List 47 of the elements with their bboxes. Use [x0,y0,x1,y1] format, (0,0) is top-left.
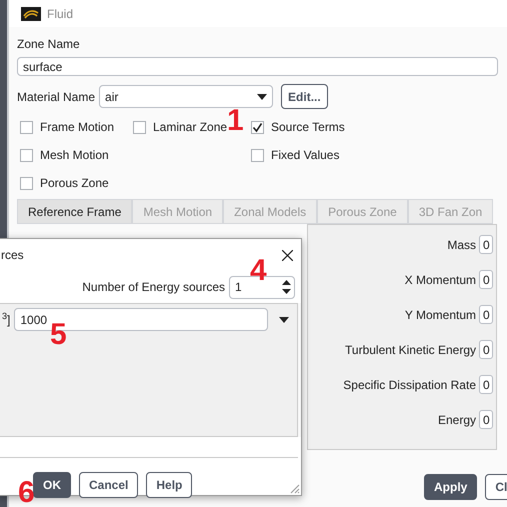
checkbox[interactable] [20,176,33,190]
field-label: Material Name [17,88,96,106]
help-button[interactable]: Help [146,472,192,498]
input-field[interactable]: 0 [479,340,493,359]
field-label: Energy [438,412,476,428]
input-field[interactable]: 0 [479,410,493,429]
field-label: Number of Energy sources [82,279,225,296]
input-field[interactable]: surface [17,57,498,76]
checkbox-label: Porous Zone [40,175,109,192]
field-label: Zone Name [17,36,81,53]
caret-icon [279,317,289,324]
input-field[interactable]: 0 [479,235,493,254]
input-field[interactable]: 0 [479,305,493,324]
input-field[interactable]: 0 [479,375,493,394]
checkbox-label: Fixed Values [271,147,340,164]
caret-icon [257,94,268,100]
apply-button[interactable]: Apply [424,474,478,500]
field-label: Turbulent Kinetic Energy [345,342,476,358]
checkbox[interactable] [20,148,33,162]
input-field[interactable]: 0 [479,270,493,289]
checkbox-label: Laminar Zone [153,119,228,136]
spinner-arrows-icon[interactable] [282,279,291,295]
close-icon[interactable] [282,250,293,260]
window-title: Fluid [47,6,74,22]
unit-label: $^{3}$] [2,310,10,328]
resize-grip-icon[interactable] [288,482,300,494]
checkbox[interactable] [133,120,146,134]
checkbox[interactable] [251,120,264,134]
close-button[interactable]: Cl [485,474,507,500]
dropdown[interactable]: air [99,85,274,108]
field-label: X Momentum [404,272,476,288]
field-label: Y Momentum [404,306,476,324]
ok-button[interactable]: OK [33,472,71,498]
annotation-number: 6 [18,478,35,507]
field-label: Mass [447,236,476,254]
edit-button[interactable]: Edit... [281,84,328,109]
checkbox-label: Source Terms [271,119,345,136]
field-label: Specific Dissipation Rate [343,376,476,394]
checkbox-label: Frame Motion [40,119,114,136]
checkbox-label: Mesh Motion [40,147,109,164]
cancel-button[interactable]: Cancel [79,472,138,498]
checkbox[interactable] [20,120,33,134]
logo-icon [21,6,41,20]
tab[interactable]: Reference Frame [17,199,132,224]
annotation-number: 1 [227,106,244,136]
dialog-title: rces [1,247,24,264]
checkbox[interactable] [251,148,264,162]
